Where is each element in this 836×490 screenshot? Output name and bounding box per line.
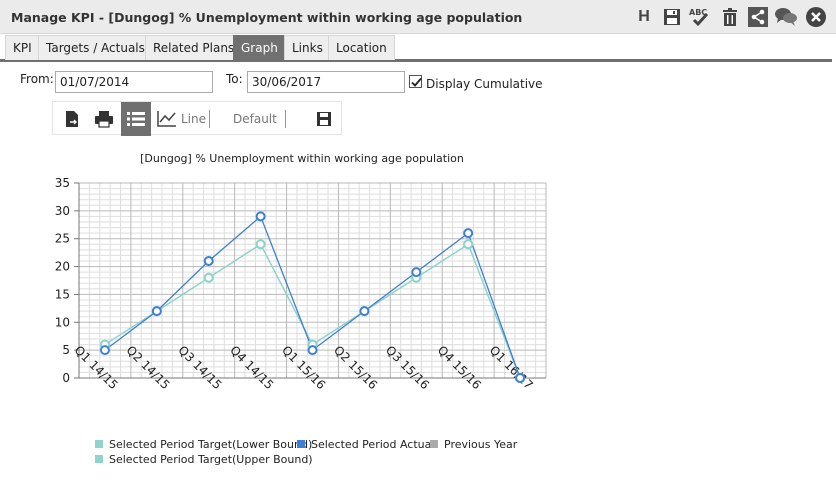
legend-label: Selected Period Actual: [311, 438, 434, 451]
save-icon[interactable]: [660, 5, 684, 29]
data-point: [151, 306, 162, 317]
print-icon[interactable]: [89, 102, 119, 136]
y-tick-label: 25: [55, 232, 70, 246]
default-view-label: Default: [233, 112, 277, 126]
to-date-input[interactable]: [247, 71, 405, 93]
data-point: [463, 239, 474, 250]
toolbar-separator: [209, 110, 210, 128]
chart-title: [Dungog] % Unemployment within working a…: [140, 152, 464, 165]
display-cumulative-label: Display Cumulative: [426, 77, 543, 91]
save-chart-icon[interactable]: [309, 102, 339, 136]
spellcheck-icon[interactable]: ABC: [688, 5, 712, 29]
data-point: [463, 228, 474, 239]
legend-swatch: [430, 440, 438, 448]
to-label: To:: [226, 72, 243, 86]
data-point: [307, 345, 318, 356]
data-point: [203, 256, 214, 266]
data-point: [411, 267, 422, 278]
h-icon[interactable]: H: [632, 5, 656, 29]
legend-swatch: [95, 440, 103, 448]
data-point: [359, 306, 370, 317]
default-view-button[interactable]: Default: [233, 102, 293, 136]
line-chart-button[interactable]: Line: [155, 102, 207, 136]
window-title: Manage KPI - [Dungog] % Unemployment wit…: [11, 10, 523, 25]
tab-graph[interactable]: Graph: [233, 35, 286, 60]
line-chart-label: Line: [181, 112, 207, 126]
legend-label: Selected Period Target(Upper Bound): [109, 453, 313, 466]
legend-label: Previous Year: [444, 438, 518, 451]
tab-bar: KPI Targets / Actuals Related Plans Grap…: [0, 34, 832, 62]
from-label: From:: [20, 72, 54, 86]
export-icon[interactable]: [57, 102, 87, 136]
y-tick-label: 15: [55, 287, 70, 301]
tab-targets-actuals[interactable]: Targets / Actuals: [38, 35, 153, 60]
toolbar-separator: [285, 110, 286, 128]
y-tick-label: 35: [55, 176, 70, 190]
data-point: [255, 239, 266, 250]
from-date-input[interactable]: [55, 71, 213, 93]
legend-swatch: [297, 440, 305, 448]
data-point: [203, 272, 214, 283]
data-point: [515, 373, 526, 383]
h-icon-label: H: [638, 8, 650, 25]
line-chart: [Dungog] % Unemployment within working a…: [55, 152, 547, 466]
delete-icon[interactable]: [718, 5, 742, 29]
tab-related-plans[interactable]: Related Plans: [145, 35, 243, 60]
share-icon[interactable]: [746, 5, 770, 29]
tab-kpi[interactable]: KPI: [5, 35, 40, 60]
data-point: [255, 211, 266, 222]
close-icon[interactable]: [804, 5, 828, 29]
y-tick-label: 20: [55, 260, 70, 274]
y-tick-label: 5: [62, 343, 70, 357]
y-tick-label: 0: [62, 371, 70, 385]
legend-label: Selected Period Target(Lower Bound): [109, 438, 312, 451]
tab-links[interactable]: Links: [284, 35, 331, 60]
table-view-icon[interactable]: [121, 102, 151, 136]
line-chart-icon: [157, 111, 176, 127]
y-tick-label: 30: [55, 204, 70, 218]
display-cumulative-checkbox[interactable]: [409, 75, 422, 88]
chart-toolbar: Line Default: [52, 101, 342, 136]
tab-location[interactable]: Location: [328, 35, 395, 60]
comments-icon[interactable]: [774, 5, 798, 29]
y-tick-label: 10: [55, 315, 70, 329]
legend-swatch: [95, 455, 103, 463]
data-point: [99, 345, 110, 356]
window-titlebar: Manage KPI - [Dungog] % Unemployment wit…: [0, 0, 836, 34]
